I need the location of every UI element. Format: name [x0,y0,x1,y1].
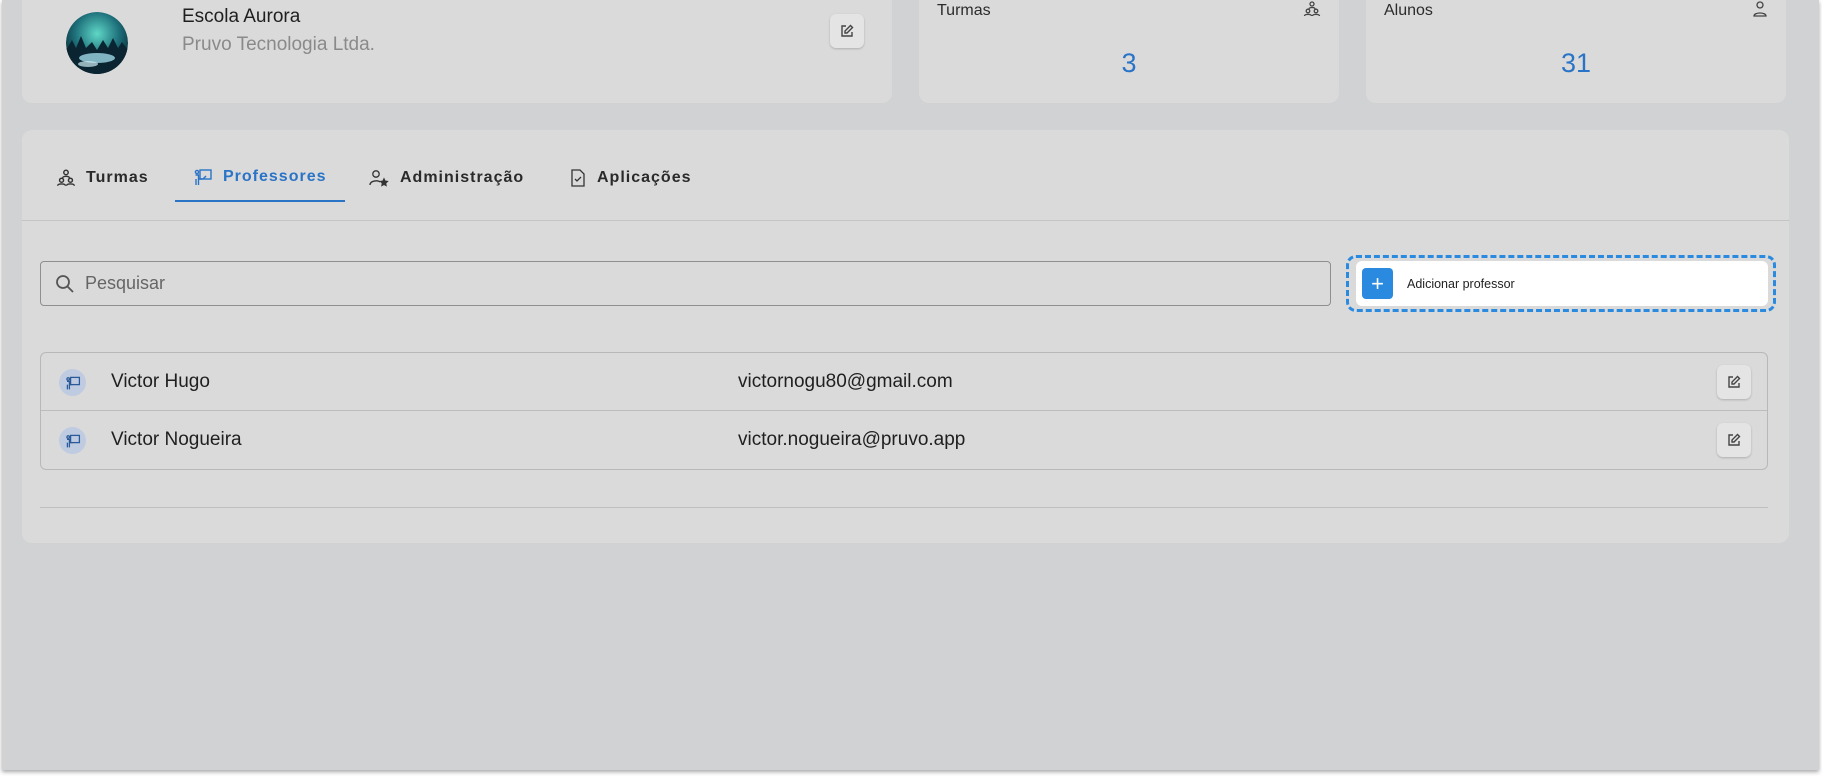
group-icon [56,169,76,187]
edit-school-button[interactable] [830,14,864,48]
edit-icon [841,24,854,37]
tab-turmas[interactable]: Turmas [56,154,157,202]
main-panel: Turmas Professores Administração Aplicaç… [22,130,1789,543]
person-icon [1752,0,1768,23]
school-avatar [66,12,128,74]
app-frame: Escola Aurora Pruvo Tecnologia Ltda. Tur… [2,0,1819,770]
plus-icon: + [1362,268,1393,299]
school-company: Pruvo Tecnologia Ltda. [182,34,375,55]
search-field[interactable] [40,261,1331,306]
alunos-stat-card: Alunos 31 [1366,0,1786,103]
edit-icon [1728,375,1741,388]
group-icon [1303,0,1321,23]
teacher-icon [194,169,212,185]
tab-administracao[interactable]: Administração [368,154,524,202]
tab-bar: Turmas Professores Administração Aplicaç… [22,130,1789,221]
school-card: Escola Aurora Pruvo Tecnologia Ltda. [22,0,892,103]
tab-label: Administração [400,169,525,186]
table-row[interactable]: Victor Hugo victornogu80@gmail.com [41,353,1767,411]
teacher-email: victor.nogueira@pruvo.app [738,429,966,450]
tab-label: Professores [223,168,327,185]
table-row[interactable]: Victor Nogueira victor.nogueira@pruvo.ap… [41,411,1767,469]
teacher-icon [59,369,86,396]
teacher-email: victornogu80@gmail.com [738,370,953,392]
tab-label: Aplicações [597,169,692,186]
teacher-list: Victor Hugo victornogu80@gmail.com Victo… [40,352,1768,470]
teacher-name: Victor Hugo [111,370,210,392]
add-professor-label: Adicionar professor [1407,276,1515,291]
document-check-icon [571,169,585,187]
alunos-stat-label: Alunos [1384,2,1433,19]
turmas-stat-label: Turmas [937,2,991,19]
alunos-stat-value: 31 [1560,48,1592,78]
tab-label: Turmas [86,169,149,186]
edit-teacher-button[interactable] [1717,423,1751,457]
turmas-stat-value: 3 [1121,48,1137,78]
teacher-icon [59,427,86,454]
add-professor-button[interactable]: + Adicionar professor [1356,261,1768,306]
school-name: Escola Aurora [182,6,301,27]
teacher-name: Victor Nogueira [111,429,242,450]
divider [40,507,1768,508]
tab-aplicacoes[interactable]: Aplicações [569,154,691,202]
search-input[interactable] [85,273,1285,294]
turmas-stat-card: Turmas 3 [919,0,1339,103]
search-icon [56,274,74,293]
person-star-icon [369,170,389,187]
edit-icon [1728,433,1741,446]
tab-professores[interactable]: Professores [175,154,345,202]
edit-teacher-button[interactable] [1717,365,1751,399]
